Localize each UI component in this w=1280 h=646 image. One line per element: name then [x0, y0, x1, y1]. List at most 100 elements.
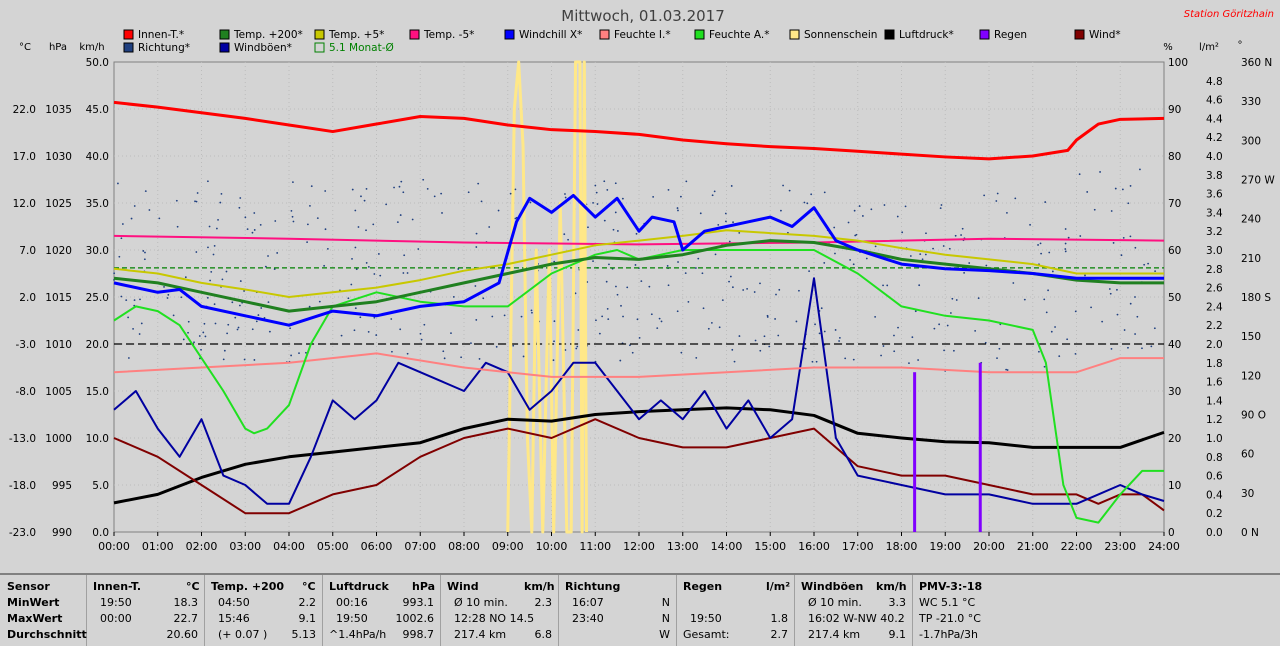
direction-point — [1134, 333, 1136, 335]
direction-point — [1066, 338, 1069, 341]
stats-wind-dist: 217.4 km — [454, 628, 507, 641]
direction-point — [587, 226, 589, 229]
stats-col-pmv: PMV-3:-18 WC 5.1 °C TP -21.0 °C -1.7hPa/… — [912, 575, 1032, 646]
direction-point — [357, 226, 360, 228]
y-tick-hum: 50 — [1168, 292, 1181, 304]
y-tick-dir: 270 W — [1241, 175, 1275, 187]
direction-point — [163, 286, 165, 288]
direction-point — [960, 234, 962, 236]
stats-wind-max: 12:28 NO 14.5 — [454, 612, 535, 625]
direction-point — [782, 184, 784, 187]
direction-point — [360, 195, 362, 198]
direction-point — [1012, 282, 1015, 284]
y-tick-hum: 100 — [1168, 57, 1188, 69]
direction-point — [443, 357, 446, 360]
direction-point — [616, 293, 619, 296]
y-tick-dir: 360 N — [1241, 57, 1272, 69]
direction-point — [948, 247, 951, 250]
direction-point — [1043, 298, 1046, 301]
x-tick-label: 07:00 — [404, 540, 436, 553]
direction-point — [1122, 236, 1125, 239]
direction-point — [236, 328, 239, 331]
direction-point — [259, 223, 262, 226]
direction-point — [1120, 254, 1123, 257]
direction-point — [725, 220, 727, 223]
direction-point — [1116, 313, 1119, 316]
direction-point — [942, 245, 945, 247]
direction-point — [724, 212, 727, 215]
direction-point — [474, 285, 477, 287]
direction-point — [886, 284, 889, 287]
direction-point — [594, 184, 597, 187]
direction-point — [838, 336, 841, 339]
y-tick-press: 1030 — [45, 151, 72, 163]
direction-point — [355, 268, 358, 271]
y-tick-rain: 3.6 — [1206, 189, 1223, 201]
direction-point — [567, 238, 569, 241]
direction-point — [239, 197, 242, 199]
direction-point — [1058, 355, 1061, 358]
direction-point — [711, 194, 714, 197]
direction-point — [901, 231, 904, 234]
direction-point — [823, 330, 826, 333]
direction-point — [403, 254, 406, 257]
stats-col-innen: Innen-T. °C 19:50 18.3 00:00 22.7 20.60 — [86, 575, 205, 646]
y-tick-rain: 4.2 — [1206, 132, 1223, 144]
direction-point — [385, 203, 388, 206]
y-tick-hum: 10 — [1168, 480, 1181, 492]
direction-point — [290, 209, 293, 212]
direction-point — [1127, 346, 1129, 349]
legend-swatch — [884, 29, 895, 40]
direction-point — [442, 350, 445, 353]
y-tick-press: 1020 — [45, 245, 72, 257]
direction-point — [954, 234, 957, 237]
direction-point — [1054, 326, 1056, 328]
y-tick-dir: 330 — [1241, 96, 1261, 108]
direction-point — [614, 182, 617, 185]
direction-point — [731, 286, 734, 289]
direction-point — [728, 240, 731, 243]
direction-point — [818, 332, 821, 335]
legend-swatch — [1074, 29, 1085, 40]
direction-point — [552, 359, 555, 362]
direction-point — [634, 264, 637, 266]
stats-regen-max-time: 19:50 — [690, 612, 722, 625]
direction-point — [896, 215, 899, 218]
x-tick-label: 18:00 — [886, 540, 918, 553]
direction-point — [996, 192, 999, 195]
direction-point — [759, 282, 761, 285]
direction-point — [911, 336, 914, 339]
direction-point — [728, 280, 730, 283]
direction-point — [667, 188, 670, 191]
x-tick-label: 10:00 — [536, 540, 568, 553]
direction-point — [576, 345, 579, 348]
direction-point — [488, 226, 491, 228]
direction-point — [635, 232, 638, 235]
y-tick-rain: 2.4 — [1206, 301, 1223, 313]
y-tick-dir: 240 — [1241, 214, 1261, 226]
direction-point — [774, 318, 776, 320]
stats-boeen-avg10: Ø 10 min. — [808, 596, 862, 609]
direction-point — [460, 356, 463, 359]
stats-druck-unit: hPa — [412, 580, 436, 593]
stats-regen-unit: l/m² — [766, 580, 791, 593]
y-tick-wind: 15.0 — [86, 386, 109, 398]
direction-point — [359, 316, 362, 319]
y-tick-temp: 12.0 — [13, 198, 36, 210]
direction-point — [810, 193, 813, 196]
x-tick-label: 02:00 — [186, 540, 218, 553]
direction-point — [379, 274, 382, 277]
direction-point — [148, 209, 151, 211]
direction-point — [253, 212, 256, 214]
direction-point — [924, 253, 927, 256]
legend-label: Windchill X* — [519, 29, 582, 41]
stats-sensor-title: Sensor — [7, 580, 50, 593]
direction-point — [212, 253, 215, 256]
direction-point — [707, 327, 710, 330]
x-tick-label: 06:00 — [361, 540, 393, 553]
direction-point — [450, 332, 452, 335]
direction-point — [237, 326, 240, 329]
direction-point — [1129, 235, 1132, 238]
direction-point — [393, 186, 395, 189]
direction-point — [968, 262, 971, 264]
